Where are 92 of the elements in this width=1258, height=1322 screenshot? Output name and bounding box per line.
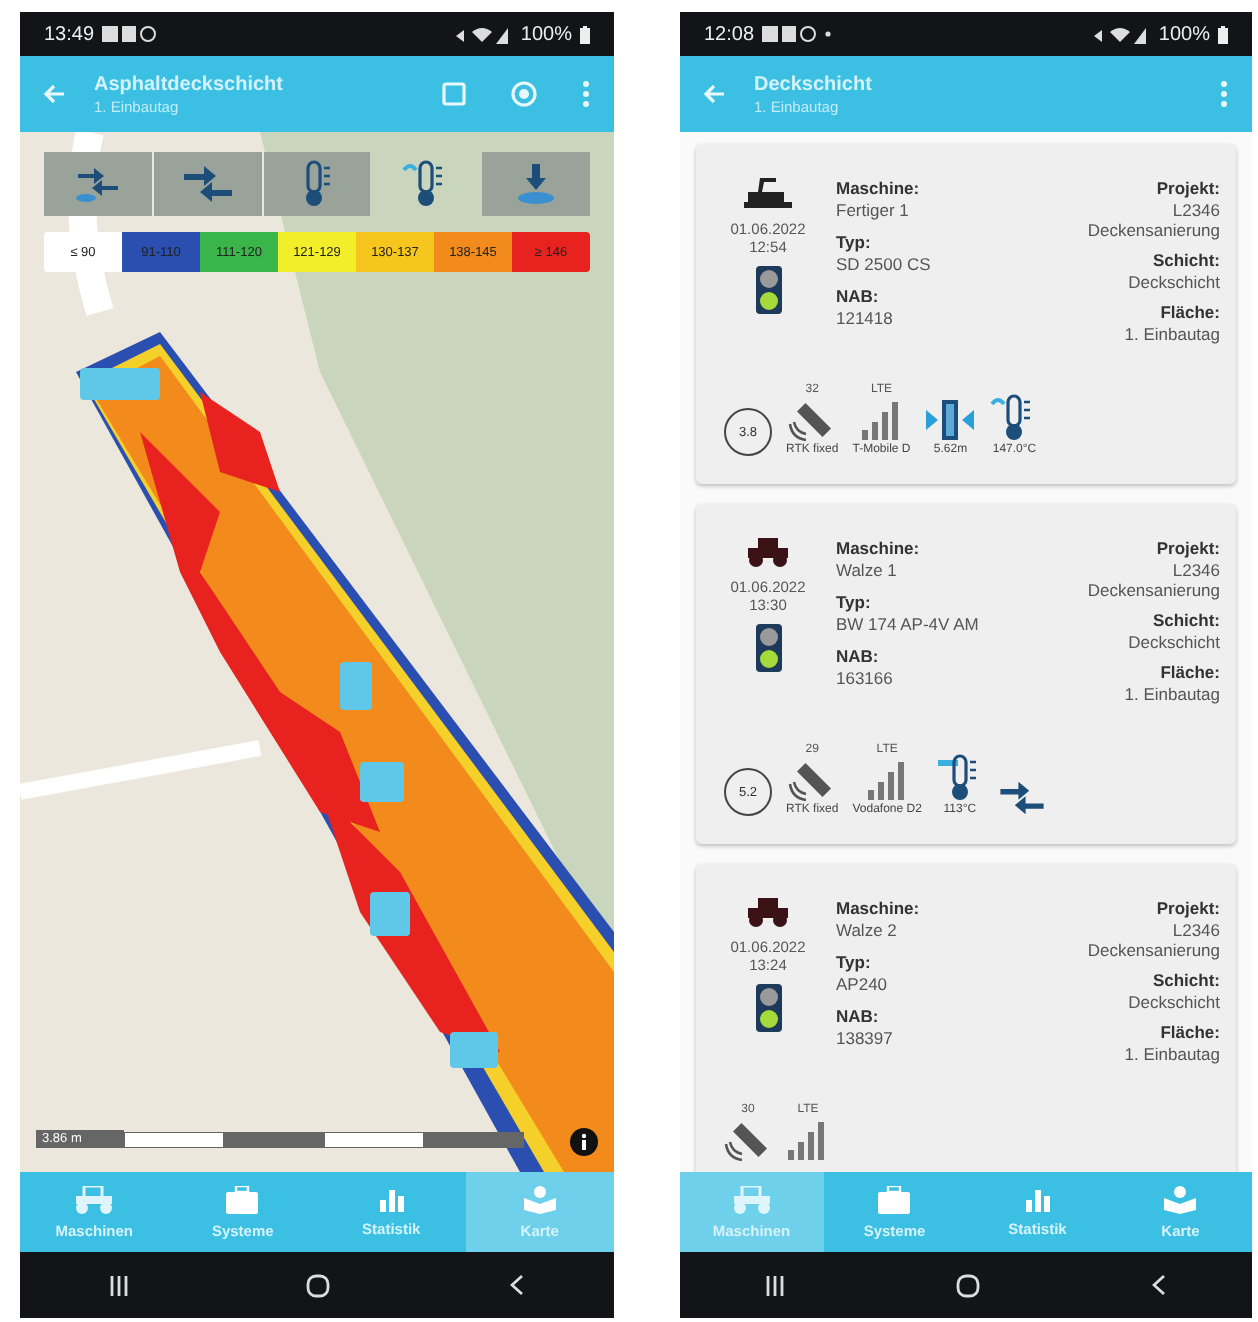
compaction-arrows-icon	[997, 780, 1046, 816]
satellite-icon	[724, 1118, 772, 1162]
field-label: Projekt:	[1156, 178, 1220, 198]
square-icon[interactable]	[442, 82, 466, 106]
field-label: NAB:	[836, 646, 881, 666]
battery-icon	[580, 25, 590, 43]
roller-icon	[72, 1185, 117, 1213]
home-icon[interactable]	[956, 1273, 980, 1297]
network-status-icons	[456, 25, 513, 43]
back-arrow-icon[interactable]	[704, 84, 726, 104]
field-value: Deckschicht	[1128, 992, 1220, 1012]
map-pin-icon	[523, 1185, 556, 1213]
map-layer-button[interactable]	[153, 152, 262, 216]
field-value: Walze 2	[836, 920, 899, 940]
battery-icon	[1218, 25, 1228, 43]
field-label: Fläche:	[1160, 1022, 1220, 1042]
field-label: Typ:	[836, 232, 873, 252]
back-icon[interactable]	[1152, 1274, 1166, 1296]
status-time: 12:08	[704, 23, 755, 45]
field-value: L2346 Deckensanierung	[1087, 200, 1220, 240]
bar-chart-icon	[1025, 1187, 1050, 1211]
more-icon[interactable]	[1220, 80, 1228, 108]
map-layer-button[interactable]	[263, 152, 371, 216]
map-layer-button[interactable]	[44, 152, 152, 216]
field-value: L2346 Deckensanierung	[1087, 560, 1220, 600]
machine-marker[interactable]	[340, 662, 372, 710]
back-icon[interactable]	[510, 1274, 525, 1296]
machine-marker[interactable]	[370, 892, 410, 936]
screen-title: Deckschicht	[754, 73, 874, 95]
locate-icon[interactable]	[510, 80, 538, 108]
compaction-arrows-icon	[73, 164, 122, 204]
roller-icon	[746, 898, 790, 928]
screen-title: Asphaltdeckschicht	[94, 73, 285, 95]
signal-bars-icon	[865, 758, 910, 802]
machine-marker[interactable]	[360, 762, 404, 802]
status-time: 13:49	[44, 23, 95, 45]
field-label: Maschine:	[836, 898, 922, 918]
machine-marker[interactable]	[80, 368, 160, 400]
recent-apps-icon[interactable]	[109, 1275, 128, 1295]
field-value: 138397	[836, 1028, 895, 1048]
field-label: Fläche:	[1160, 302, 1220, 322]
field-value: 1. Einbautag	[1124, 684, 1220, 704]
map-layer-button[interactable]	[482, 152, 590, 216]
field-label: Typ:	[836, 592, 873, 612]
field-label: Typ:	[836, 952, 873, 972]
briefcase-icon	[226, 1185, 259, 1213]
field-value: L2346 Deckensanierung	[1087, 920, 1220, 960]
field-label: Maschine:	[836, 538, 922, 558]
briefcase-icon	[878, 1185, 911, 1213]
bar-chart-icon	[379, 1187, 404, 1211]
battery-percent: 100%	[520, 23, 572, 45]
info-icon[interactable]	[570, 1128, 598, 1156]
field-label: Fläche:	[1160, 662, 1220, 682]
machine-marker[interactable]	[450, 1032, 498, 1068]
roller-icon	[746, 538, 790, 568]
field-value: BW 174 AP-4V AM	[836, 614, 981, 634]
battery-percent: 100%	[1158, 23, 1210, 45]
field-value: 1. Einbautag	[1124, 1044, 1220, 1064]
map-pin-icon	[1164, 1185, 1197, 1213]
satellite-icon	[788, 398, 837, 442]
satellite-icon	[788, 758, 837, 802]
signal-bars-icon	[786, 1118, 830, 1162]
field-label: Projekt:	[1156, 898, 1220, 918]
field-value: 1. Einbautag	[1124, 324, 1220, 344]
thermometer-icon	[300, 160, 333, 208]
field-value: Fertiger 1	[836, 200, 911, 220]
compaction-arrows-icon	[181, 164, 234, 204]
width-arrows-icon	[924, 398, 977, 442]
recent-apps-icon[interactable]	[766, 1275, 784, 1295]
field-label: Schicht:	[1152, 610, 1220, 630]
field-value: Deckschicht	[1128, 272, 1220, 292]
field-value: Deckschicht	[1128, 632, 1220, 652]
field-label: Maschine:	[836, 178, 922, 198]
more-icon[interactable]	[582, 80, 590, 108]
field-label: Schicht:	[1152, 970, 1220, 990]
field-label: Schicht:	[1152, 250, 1220, 270]
signal-bars-icon	[859, 398, 904, 442]
field-value: AP240	[836, 974, 890, 994]
network-status-icons	[1094, 25, 1151, 43]
back-arrow-icon[interactable]	[44, 84, 66, 104]
paver-icon	[744, 178, 792, 210]
home-icon[interactable]	[306, 1273, 331, 1297]
field-value: SD 2500 CS	[836, 254, 933, 274]
water-arrow-icon	[514, 162, 559, 206]
field-label: Projekt:	[1156, 538, 1220, 558]
field-label: NAB:	[836, 1006, 881, 1026]
field-label: NAB:	[836, 286, 881, 306]
roller-icon	[729, 1185, 774, 1213]
status-icons	[762, 26, 835, 42]
field-value: 163166	[836, 668, 895, 688]
field-value: 121418	[836, 308, 895, 328]
field-value: Walze 1	[836, 560, 899, 580]
